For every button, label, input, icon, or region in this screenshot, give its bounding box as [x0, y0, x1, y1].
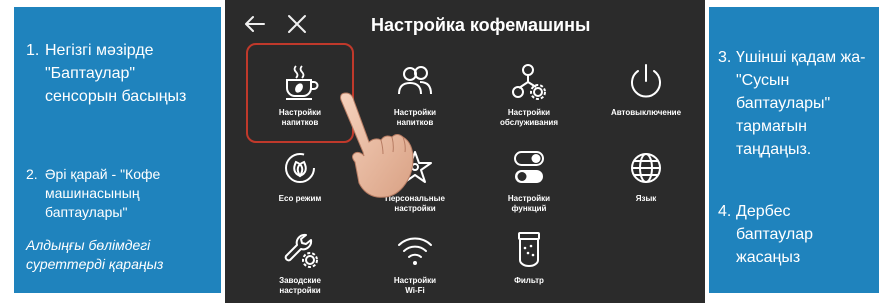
step-4: 4. Дербес баптаулар жасаңыз	[718, 200, 868, 269]
menu-item-label: Настройки Wi-Fi	[393, 276, 437, 295]
step-1: 1. Негізгі мәзірде "Баптаулар" сенсорын …	[26, 39, 206, 108]
close-icon[interactable]	[285, 12, 309, 36]
coffee-cup-icon	[286, 65, 319, 100]
menu-item-filter[interactable]: Фильтр	[470, 230, 588, 286]
instructions-right-panel: 3. Үшінші қадам жа- "Сусын баптаулары" т…	[709, 7, 879, 293]
step-2-text: Әрі қарай - "Кофе машинасының баптаулары…	[45, 166, 161, 220]
instructions-left-panel: 1. Негізгі мәзірде "Баптаулар" сенсорын …	[14, 7, 221, 293]
step-3-text: Үшінші қадам жа- "Сусын баптаулары" тарм…	[736, 49, 866, 158]
step-1-number: 1.	[26, 42, 40, 59]
coffee-machine-screen: Настройка кофемашины Настройки напитков …	[225, 0, 705, 303]
leaf-icon	[285, 153, 315, 183]
back-arrow-icon[interactable]	[243, 12, 267, 36]
menu-item-label: Заводские настройки	[279, 276, 321, 295]
pointing-hand-icon	[340, 92, 414, 198]
step-3-number: 3.	[718, 49, 732, 66]
step-3: 3. Үшінші қадам жа- "Сусын баптаулары" т…	[718, 46, 876, 161]
step-4-number: 4.	[718, 203, 732, 220]
menu-item-label: Настройки функций	[507, 194, 551, 213]
menu-item-label: Настройки обслуживания	[500, 108, 558, 127]
menu-item-label: Язык	[635, 194, 657, 203]
step-2: 2. Әрі қарай - "Кофе машинасының баптаул…	[26, 165, 214, 222]
menu-item-wifi-settings[interactable]: Настройки Wi-Fi	[356, 230, 474, 296]
toggle-icon	[514, 151, 544, 183]
menu-item-label: Фильтр	[514, 276, 544, 285]
step-4-text: Дербес баптаулар жасаңыз	[736, 203, 814, 266]
step-2-number: 2.	[26, 166, 38, 182]
menu-item-factory-settings[interactable]: Заводские настройки	[241, 230, 359, 296]
service-icon	[512, 64, 546, 100]
power-icon	[631, 64, 661, 98]
wifi-icon	[398, 237, 432, 265]
filter-icon	[518, 232, 540, 267]
menu-item-auto-off[interactable]: Автовыключение	[587, 62, 705, 118]
step-2-note: Алдыңғы бөлімдегі суреттерді қараңыз	[26, 237, 164, 272]
menu-item-language[interactable]: Язык	[587, 148, 705, 204]
globe-icon	[631, 153, 661, 183]
menu-item-function-settings[interactable]: Настройки функций	[470, 148, 588, 214]
screen-title: Настройка кофемашины	[371, 15, 591, 35]
menu-item-service-settings[interactable]: Настройки обслуживания	[470, 62, 588, 128]
step-1-text: Негізгі мәзірде "Баптаулар" сенсорын бас…	[45, 42, 187, 105]
menu-item-label: Автовыключение	[610, 108, 682, 117]
wrench-icon	[284, 233, 318, 268]
